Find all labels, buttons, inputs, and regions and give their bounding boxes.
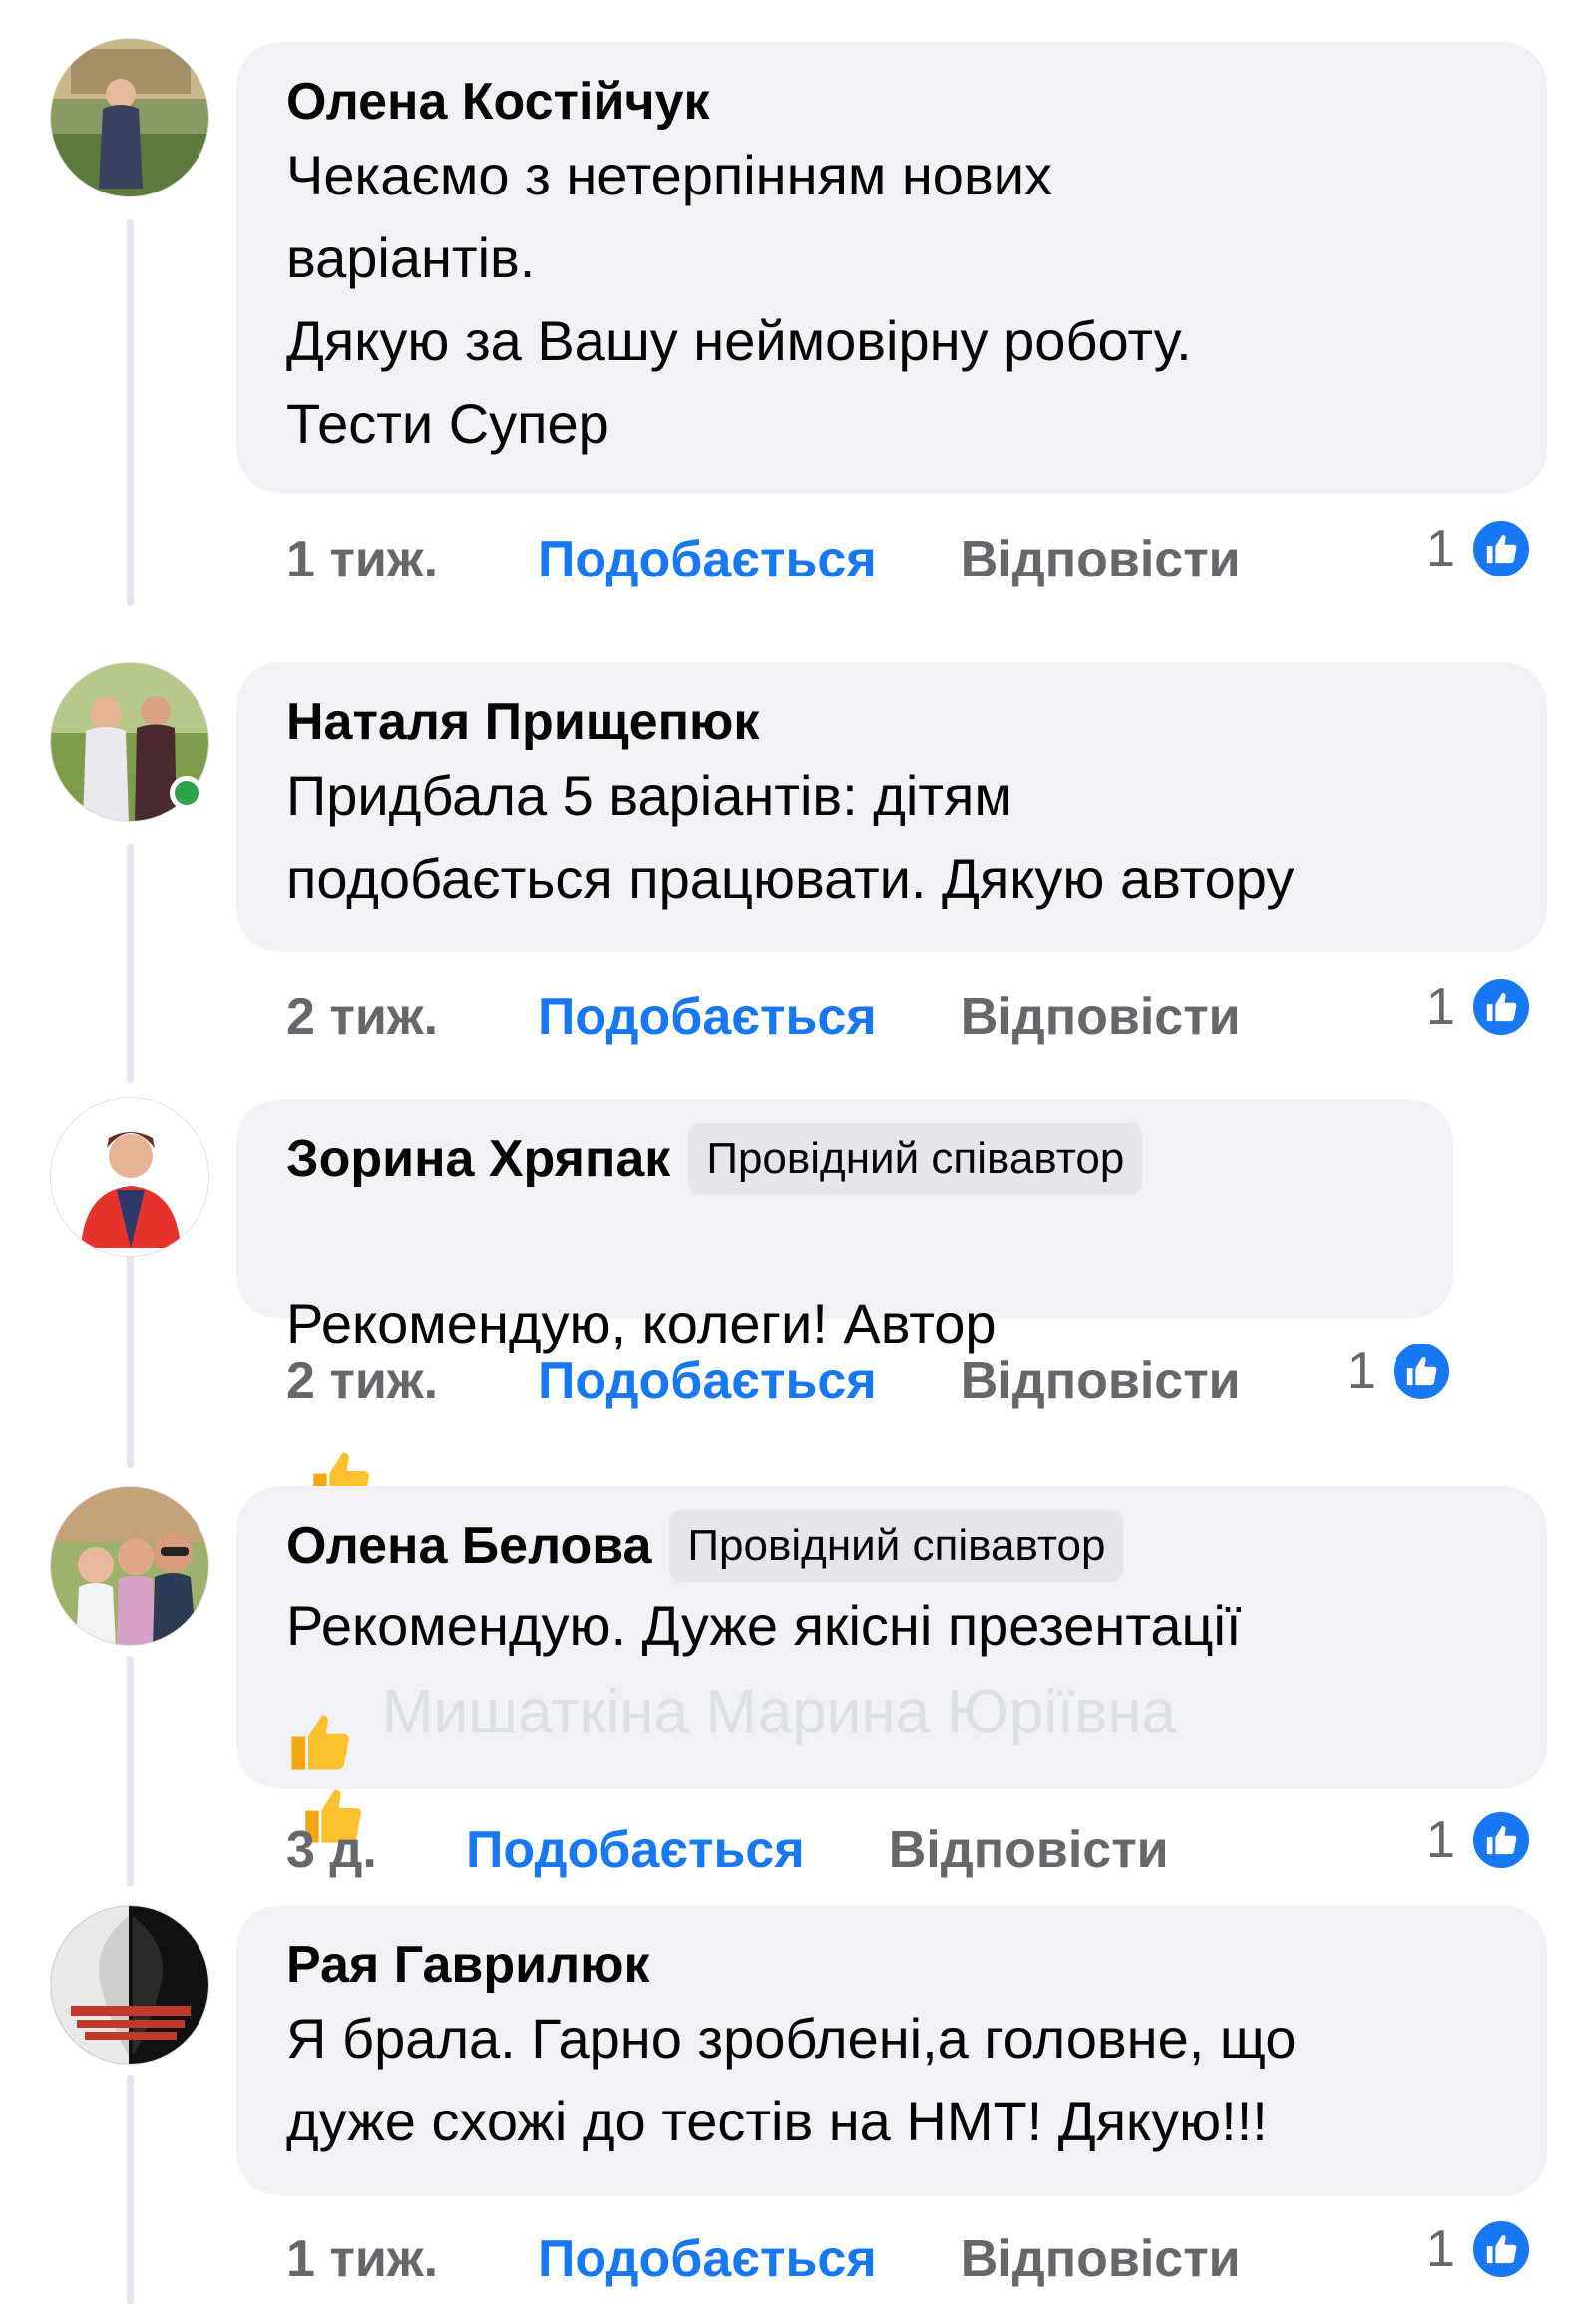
comment-text: Я брала. Гарно зроблені,а головне, що ду… <box>286 2007 1297 2152</box>
comment-bubble[interactable]: Олена Костійчук Чекаємо з нетерпінням но… <box>236 42 1547 493</box>
comment-actions: 1 тиж. Подобається Відповісти <box>286 2224 1241 2294</box>
reply-button[interactable]: Відповісти <box>961 530 1241 589</box>
author-name[interactable]: Рая Гаврилюк <box>286 1933 650 1997</box>
like-button[interactable]: Подобається <box>538 2229 877 2289</box>
like-button[interactable]: Подобається <box>538 987 877 1047</box>
comment-time[interactable]: 2 тиж. <box>286 1351 538 1411</box>
author-name[interactable]: Зорина Хряпак <box>286 1127 670 1191</box>
comment-bubble[interactable]: Наталя Прищепюк Придбала 5 варіантів: ді… <box>236 662 1547 952</box>
like-reaction-icon <box>1389 1340 1453 1403</box>
comment-actions: 1 тиж. Подобається Відповісти <box>286 525 1241 594</box>
like-button[interactable]: Подобається <box>538 1351 877 1411</box>
avatar[interactable] <box>50 1486 209 1646</box>
reaction-count[interactable]: 1 <box>1426 975 1533 1039</box>
avatar-photo <box>51 1098 208 1256</box>
thumbs-up-icon <box>286 1627 352 1797</box>
top-contributor-badge: Провідний співавтор <box>669 1510 1124 1582</box>
reaction-count-value: 1 <box>1426 978 1455 1036</box>
watermark-text: Мишаткіна Марина Юріївна <box>382 1677 1177 1746</box>
reply-button[interactable]: Відповісти <box>961 2229 1241 2289</box>
thread-line <box>127 2075 134 2304</box>
like-button[interactable]: Подобається <box>538 530 877 589</box>
like-button[interactable]: Подобається <box>466 1820 805 1880</box>
like-reaction-icon <box>1468 2217 1533 2281</box>
thread-line <box>127 219 134 606</box>
comment-text-body: Рекомендую, колеги! Автор <box>286 1292 997 1354</box>
comment-time[interactable]: 2 тиж. <box>286 987 538 1047</box>
comment-bubble[interactable]: Олена Белова Провідний співавтор Рекомен… <box>236 1486 1547 1789</box>
avatar[interactable] <box>50 1097 209 1257</box>
comment-bubble[interactable]: Зорина Хряпак Провідний співавтор Рекоме… <box>236 1099 1453 1843</box>
comment-bubble[interactable]: Рая Гаврилюк Я брала. Гарно зроблені,а г… <box>236 1905 1547 2196</box>
author-name[interactable]: Наталя Прищепюк <box>286 690 759 754</box>
comment-text: Чекаємо з нетерпінням нових варіантів. Д… <box>286 144 1192 455</box>
comment-actions: 2 тиж. Подобається Відповісти <box>286 982 1241 1052</box>
reply-button[interactable]: Відповісти <box>889 1820 1169 1880</box>
reaction-count[interactable]: 1 <box>1347 1340 1453 1403</box>
author-name[interactable]: Олена Костійчук <box>286 70 710 134</box>
reaction-count[interactable]: 1 <box>1426 2217 1533 2281</box>
comment-actions: 3 д. Подобається Відповісти <box>286 1815 1169 1885</box>
comment-text-line-2: Мишаткіна Марина Юріївна <box>286 1667 1497 1769</box>
avatar[interactable] <box>50 1905 209 2065</box>
online-status-indicator <box>170 776 203 810</box>
avatar-photo <box>51 1906 208 2064</box>
comment-text: Рекомендую. Дуже якісні презентації <box>286 1594 1242 1657</box>
reaction-count[interactable]: 1 <box>1426 517 1533 580</box>
reaction-count-value: 1 <box>1347 1343 1376 1400</box>
reaction-count-value: 1 <box>1426 520 1455 577</box>
like-reaction-icon <box>1468 975 1533 1039</box>
author-name[interactable]: Олена Белова <box>286 1514 651 1578</box>
top-contributor-badge: Провідний співавтор <box>688 1123 1143 1195</box>
comment-time[interactable]: 3 д. <box>286 1820 466 1880</box>
reaction-count-value: 1 <box>1426 2220 1455 2278</box>
thread-line <box>127 844 134 1083</box>
reply-button[interactable]: Відповісти <box>961 1351 1241 1411</box>
reaction-count-value: 1 <box>1426 1811 1455 1869</box>
thread-line <box>127 1241 134 1468</box>
thread-line <box>127 1656 134 1887</box>
comment-time[interactable]: 1 тиж. <box>286 2229 538 2289</box>
comment-text: Придбала 5 варіантів: дітям подобається … <box>286 764 1295 910</box>
avatar[interactable] <box>50 38 209 197</box>
comment-time[interactable]: 1 тиж. <box>286 530 538 589</box>
avatar-photo <box>51 39 208 196</box>
reply-button[interactable]: Відповісти <box>961 987 1241 1047</box>
reaction-count[interactable]: 1 <box>1426 1808 1533 1872</box>
like-reaction-icon <box>1468 1808 1533 1872</box>
like-reaction-icon <box>1468 517 1533 580</box>
avatar-photo <box>51 1487 208 1645</box>
comment-actions: 2 тиж. Подобається Відповісти <box>286 1346 1241 1416</box>
